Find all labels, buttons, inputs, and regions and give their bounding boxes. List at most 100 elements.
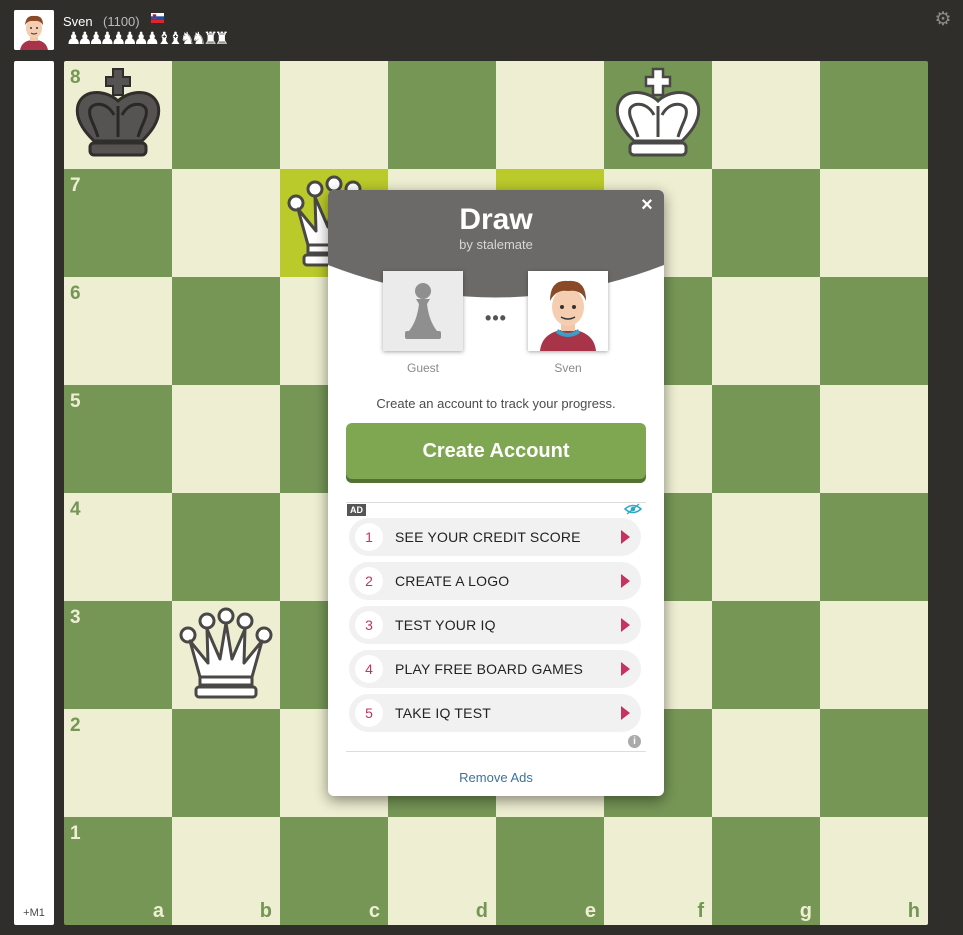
- gear-icon[interactable]: ⚙: [933, 10, 953, 30]
- file-label: b: [259, 900, 272, 922]
- square-b3[interactable]: [172, 601, 280, 709]
- square-h4[interactable]: [820, 493, 928, 601]
- square-g8[interactable]: [712, 61, 820, 169]
- square-a2[interactable]: 2: [64, 709, 172, 817]
- ad-item-number: 2: [355, 567, 383, 595]
- captured-pieces: ♟♟♟♟♟♟♟♟ ♝♝ ♞♞ ♜♜: [66, 29, 230, 48]
- ad-item-label: TEST YOUR IQ: [395, 617, 496, 633]
- ad-item-number: 1: [355, 523, 383, 551]
- guest-name: Guest: [406, 361, 439, 375]
- slovenia-flag-icon: [151, 13, 164, 23]
- ad-divider: [346, 502, 646, 503]
- cartoon-man-avatar-icon: [528, 271, 608, 351]
- square-h5[interactable]: [820, 385, 928, 493]
- play-arrow-icon: [621, 530, 630, 544]
- ad-item-label: TAKE IQ TEST: [395, 705, 492, 721]
- square-c1[interactable]: c: [280, 817, 388, 925]
- square-g6[interactable]: [712, 277, 820, 385]
- rank-label: 1: [70, 823, 81, 844]
- square-f1[interactable]: f: [604, 817, 712, 925]
- square-g7[interactable]: [712, 169, 820, 277]
- ad-item[interactable]: 1 SEE YOUR CREDIT SCORE: [349, 518, 641, 556]
- remove-ads-link[interactable]: Remove Ads: [328, 770, 664, 785]
- square-f8[interactable]: [604, 61, 712, 169]
- white-queen-icon[interactable]: [172, 601, 280, 709]
- square-h7[interactable]: [820, 169, 928, 277]
- ad-item[interactable]: 3 TEST YOUR IQ: [349, 606, 641, 644]
- square-b5[interactable]: [172, 385, 280, 493]
- play-arrow-icon: [621, 574, 630, 588]
- ad-item-label: CREATE A LOGO: [395, 573, 510, 589]
- rank-label: 6: [70, 283, 81, 304]
- evaluation-bar: +M1: [14, 61, 54, 925]
- file-label: c: [368, 900, 380, 922]
- square-a6[interactable]: 6: [64, 277, 172, 385]
- ad-item[interactable]: 4 PLAY FREE BOARD GAMES: [349, 650, 641, 688]
- ad-item-number: 4: [355, 655, 383, 683]
- ad-divider: [346, 751, 646, 752]
- square-a4[interactable]: 4: [64, 493, 172, 601]
- eye-icon[interactable]: [624, 502, 642, 516]
- ad-block: AD 1 SEE YOUR CREDIT SCORE 2 CREATE A LO…: [346, 502, 646, 752]
- rank-label: 7: [70, 175, 81, 196]
- square-e8[interactable]: [496, 61, 604, 169]
- rank-label: 3: [70, 607, 81, 628]
- info-icon[interactable]: i: [628, 735, 641, 748]
- file-label: d: [475, 900, 488, 922]
- square-h1[interactable]: h: [820, 817, 928, 925]
- square-g3[interactable]: [712, 601, 820, 709]
- square-b1[interactable]: b: [172, 817, 280, 925]
- square-a5[interactable]: 5: [64, 385, 172, 493]
- square-g1[interactable]: g: [712, 817, 820, 925]
- square-g2[interactable]: [712, 709, 820, 817]
- square-h8[interactable]: [820, 61, 928, 169]
- square-g5[interactable]: [712, 385, 820, 493]
- square-c8[interactable]: [280, 61, 388, 169]
- file-label: e: [584, 900, 596, 922]
- square-b7[interactable]: [172, 169, 280, 277]
- square-b2[interactable]: [172, 709, 280, 817]
- opponent-avatar[interactable]: [528, 271, 608, 351]
- guest-avatar: [383, 271, 463, 351]
- ad-item-label: SEE YOUR CREDIT SCORE: [395, 529, 581, 545]
- game-over-modal: Draw by stalemate × Guest ••• Sven Creat…: [328, 190, 664, 796]
- square-d1[interactable]: d: [388, 817, 496, 925]
- ad-item-label: PLAY FREE BOARD GAMES: [395, 661, 584, 677]
- rank-label: 2: [70, 715, 81, 736]
- evaluation-score: +M1: [23, 907, 45, 919]
- black-king-icon[interactable]: [64, 61, 172, 169]
- ad-item[interactable]: 2 CREATE A LOGO: [349, 562, 641, 600]
- square-e1[interactable]: e: [496, 817, 604, 925]
- square-a1[interactable]: 1a: [64, 817, 172, 925]
- square-d8[interactable]: [388, 61, 496, 169]
- ad-item-number: 5: [355, 699, 383, 727]
- square-b8[interactable]: [172, 61, 280, 169]
- file-label: a: [152, 900, 164, 922]
- square-b4[interactable]: [172, 493, 280, 601]
- create-account-button[interactable]: Create Account: [346, 423, 646, 479]
- ad-badge: AD: [347, 504, 366, 516]
- square-a8[interactable]: 8: [64, 61, 172, 169]
- close-icon[interactable]: ×: [636, 194, 658, 216]
- pawn-avatar-icon: [405, 283, 441, 339]
- player-avatar[interactable]: [14, 10, 54, 50]
- player-name[interactable]: Sven: [63, 14, 93, 29]
- ad-item-number: 3: [355, 611, 383, 639]
- rank-label: 4: [70, 499, 81, 520]
- rank-label: 5: [70, 391, 81, 412]
- square-h6[interactable]: [820, 277, 928, 385]
- square-h2[interactable]: [820, 709, 928, 817]
- square-b6[interactable]: [172, 277, 280, 385]
- ad-item[interactable]: 5 TAKE IQ TEST: [349, 694, 641, 732]
- cartoon-man-avatar-icon: [14, 10, 54, 50]
- square-a7[interactable]: 7: [64, 169, 172, 277]
- square-a3[interactable]: 3: [64, 601, 172, 709]
- file-label: g: [799, 900, 812, 922]
- white-king-icon[interactable]: [604, 61, 712, 169]
- player-header: Sven (1100) ♟♟♟♟♟♟♟♟ ♝♝ ♞♞ ♜♜ ⚙: [0, 0, 963, 58]
- play-arrow-icon: [621, 662, 630, 676]
- square-g4[interactable]: [712, 493, 820, 601]
- file-label: f: [697, 900, 704, 922]
- play-arrow-icon: [621, 706, 630, 720]
- square-h3[interactable]: [820, 601, 928, 709]
